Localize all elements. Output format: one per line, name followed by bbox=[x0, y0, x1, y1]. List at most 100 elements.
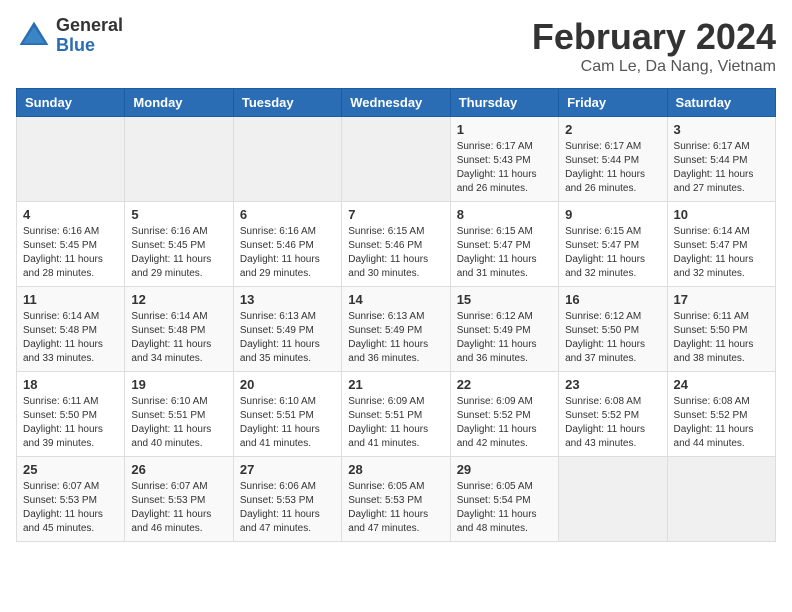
calendar-cell: 26Sunrise: 6:07 AMSunset: 5:53 PMDayligh… bbox=[125, 457, 233, 542]
calendar-cell: 1 Sunrise: 6:17 AMSunset: 5:43 PMDaylight… bbox=[450, 117, 558, 202]
calendar-cell: 19 Sunrise: 6:10 AMSunset: 5:51 PMDayligh… bbox=[125, 372, 233, 457]
day-info: Sunrise: 6:05 AMSunset: 5:54 PMDaylight:… bbox=[457, 480, 552, 536]
day-info: Sunrise: 6:10 AMSunset: 5:51 PMDaylight:… bbox=[131, 395, 226, 451]
day-info: Sunrise: 6:07 AMSunset: 5:53 PMDaylight:… bbox=[23, 480, 118, 536]
day-number: 21 bbox=[348, 377, 443, 392]
calendar-cell: 15 Sunrise: 6:12 AMSunset: 5:49 PMDayligh… bbox=[450, 287, 558, 372]
day-number: 9 bbox=[565, 207, 660, 222]
day-info: Sunrise: 6:09 AMSunset: 5:51 PMDaylight:… bbox=[348, 395, 443, 451]
calendar-cell: 29 Sunrise: 6:05 AMSunset: 5:54 PMDayligh… bbox=[450, 457, 558, 542]
day-info: Sunrise: 6:15 AMSunset: 5:46 PMDaylight:… bbox=[348, 225, 443, 281]
calendar-cell: 2Sunrise: 6:17 AMSunset: 5:44 PMDaylight… bbox=[559, 117, 667, 202]
logo: General Blue bbox=[16, 16, 123, 56]
calendar-cell bbox=[233, 117, 341, 202]
day-number: 28 bbox=[348, 462, 443, 477]
weekday-header: Thursday bbox=[450, 89, 558, 117]
calendar-cell bbox=[667, 457, 775, 542]
calendar-cell bbox=[125, 117, 233, 202]
day-number: 11 bbox=[23, 292, 118, 307]
day-info: Sunrise: 6:13 AMSunset: 5:49 PMDaylight:… bbox=[240, 310, 335, 366]
day-info: Sunrise: 6:14 AMSunset: 5:48 PMDaylight:… bbox=[23, 310, 118, 366]
day-info: Sunrise: 6:14 AMSunset: 5:47 PMDaylight:… bbox=[674, 225, 769, 281]
title-area: February 2024 Cam Le, Da Nang, Vietnam bbox=[532, 16, 776, 76]
calendar-cell bbox=[17, 117, 125, 202]
day-number: 6 bbox=[240, 207, 335, 222]
day-info: Sunrise: 6:11 AMSunset: 5:50 PMDaylight:… bbox=[674, 310, 769, 366]
day-info: Sunrise: 6:08 AMSunset: 5:52 PMDaylight:… bbox=[674, 395, 769, 451]
calendar-week-row: 1 Sunrise: 6:17 AMSunset: 5:43 PMDaylight… bbox=[17, 117, 776, 202]
day-info: Sunrise: 6:14 AMSunset: 5:48 PMDaylight:… bbox=[131, 310, 226, 366]
day-info: Sunrise: 6:15 AMSunset: 5:47 PMDaylight:… bbox=[565, 225, 660, 281]
day-info: Sunrise: 6:06 AMSunset: 5:53 PMDaylight:… bbox=[240, 480, 335, 536]
day-number: 26 bbox=[131, 462, 226, 477]
day-number: 14 bbox=[348, 292, 443, 307]
logo-general: General bbox=[56, 16, 123, 36]
calendar-cell: 14Sunrise: 6:13 AMSunset: 5:49 PMDayligh… bbox=[342, 287, 450, 372]
calendar-cell bbox=[559, 457, 667, 542]
day-number: 18 bbox=[23, 377, 118, 392]
calendar-cell: 11 Sunrise: 6:14 AMSunset: 5:48 PMDayligh… bbox=[17, 287, 125, 372]
weekday-header-row: SundayMondayTuesdayWednesdayThursdayFrid… bbox=[17, 89, 776, 117]
calendar-cell: 10 Sunrise: 6:14 AMSunset: 5:47 PMDayligh… bbox=[667, 202, 775, 287]
calendar-cell: 16Sunrise: 6:12 AMSunset: 5:50 PMDayligh… bbox=[559, 287, 667, 372]
calendar-week-row: 11 Sunrise: 6:14 AMSunset: 5:48 PMDayligh… bbox=[17, 287, 776, 372]
day-info: Sunrise: 6:10 AMSunset: 5:51 PMDaylight:… bbox=[240, 395, 335, 451]
calendar-week-row: 4Sunrise: 6:16 AMSunset: 5:45 PMDaylight… bbox=[17, 202, 776, 287]
logo-icon bbox=[16, 18, 52, 54]
calendar-cell: 8 Sunrise: 6:15 AMSunset: 5:47 PMDaylight… bbox=[450, 202, 558, 287]
day-number: 10 bbox=[674, 207, 769, 222]
day-number: 27 bbox=[240, 462, 335, 477]
day-number: 29 bbox=[457, 462, 552, 477]
calendar-cell: 23 Sunrise: 6:08 AMSunset: 5:52 PMDayligh… bbox=[559, 372, 667, 457]
day-info: Sunrise: 6:17 AMSunset: 5:43 PMDaylight:… bbox=[457, 140, 552, 196]
day-info: Sunrise: 6:08 AMSunset: 5:52 PMDaylight:… bbox=[565, 395, 660, 451]
calendar-cell: 20 Sunrise: 6:10 AMSunset: 5:51 PMDayligh… bbox=[233, 372, 341, 457]
calendar-cell: 5Sunrise: 6:16 AMSunset: 5:45 PMDaylight… bbox=[125, 202, 233, 287]
weekday-header: Tuesday bbox=[233, 89, 341, 117]
page-title: February 2024 bbox=[532, 16, 776, 58]
day-info: Sunrise: 6:15 AMSunset: 5:47 PMDaylight:… bbox=[457, 225, 552, 281]
calendar-cell bbox=[342, 117, 450, 202]
day-info: Sunrise: 6:17 AMSunset: 5:44 PMDaylight:… bbox=[565, 140, 660, 196]
day-number: 20 bbox=[240, 377, 335, 392]
weekday-header: Wednesday bbox=[342, 89, 450, 117]
day-info: Sunrise: 6:12 AMSunset: 5:49 PMDaylight:… bbox=[457, 310, 552, 366]
day-info: Sunrise: 6:17 AMSunset: 5:44 PMDaylight:… bbox=[674, 140, 769, 196]
day-number: 24 bbox=[674, 377, 769, 392]
calendar-cell: 7 Sunrise: 6:15 AMSunset: 5:46 PMDaylight… bbox=[342, 202, 450, 287]
day-number: 22 bbox=[457, 377, 552, 392]
day-number: 25 bbox=[23, 462, 118, 477]
day-number: 1 bbox=[457, 122, 552, 137]
calendar-cell: 13 Sunrise: 6:13 AMSunset: 5:49 PMDayligh… bbox=[233, 287, 341, 372]
calendar-week-row: 25 Sunrise: 6:07 AMSunset: 5:53 PMDayligh… bbox=[17, 457, 776, 542]
day-info: Sunrise: 6:05 AMSunset: 5:53 PMDaylight:… bbox=[348, 480, 443, 536]
logo-blue: Blue bbox=[56, 36, 123, 56]
calendar-cell: 4Sunrise: 6:16 AMSunset: 5:45 PMDaylight… bbox=[17, 202, 125, 287]
day-info: Sunrise: 6:16 AMSunset: 5:46 PMDaylight:… bbox=[240, 225, 335, 281]
day-info: Sunrise: 6:09 AMSunset: 5:52 PMDaylight:… bbox=[457, 395, 552, 451]
day-number: 8 bbox=[457, 207, 552, 222]
calendar-week-row: 18Sunrise: 6:11 AMSunset: 5:50 PMDayligh… bbox=[17, 372, 776, 457]
calendar-cell: 9 Sunrise: 6:15 AMSunset: 5:47 PMDaylight… bbox=[559, 202, 667, 287]
day-number: 7 bbox=[348, 207, 443, 222]
calendar-body: 1 Sunrise: 6:17 AMSunset: 5:43 PMDaylight… bbox=[17, 117, 776, 542]
logo-text: General Blue bbox=[56, 16, 123, 56]
calendar-header: SundayMondayTuesdayWednesdayThursdayFrid… bbox=[17, 89, 776, 117]
calendar-cell: 27 Sunrise: 6:06 AMSunset: 5:53 PMDayligh… bbox=[233, 457, 341, 542]
calendar-cell: 25 Sunrise: 6:07 AMSunset: 5:53 PMDayligh… bbox=[17, 457, 125, 542]
page-header: General Blue February 2024 Cam Le, Da Na… bbox=[16, 16, 776, 76]
weekday-header: Friday bbox=[559, 89, 667, 117]
day-info: Sunrise: 6:12 AMSunset: 5:50 PMDaylight:… bbox=[565, 310, 660, 366]
calendar-cell: 17Sunrise: 6:11 AMSunset: 5:50 PMDayligh… bbox=[667, 287, 775, 372]
day-number: 15 bbox=[457, 292, 552, 307]
day-number: 5 bbox=[131, 207, 226, 222]
day-number: 13 bbox=[240, 292, 335, 307]
calendar-table: SundayMondayTuesdayWednesdayThursdayFrid… bbox=[16, 88, 776, 542]
day-number: 12 bbox=[131, 292, 226, 307]
calendar-cell: 28 Sunrise: 6:05 AMSunset: 5:53 PMDayligh… bbox=[342, 457, 450, 542]
calendar-cell: 22 Sunrise: 6:09 AMSunset: 5:52 PMDayligh… bbox=[450, 372, 558, 457]
page-subtitle: Cam Le, Da Nang, Vietnam bbox=[532, 58, 776, 76]
day-number: 19 bbox=[131, 377, 226, 392]
day-number: 23 bbox=[565, 377, 660, 392]
calendar-cell: 24 Sunrise: 6:08 AMSunset: 5:52 PMDayligh… bbox=[667, 372, 775, 457]
